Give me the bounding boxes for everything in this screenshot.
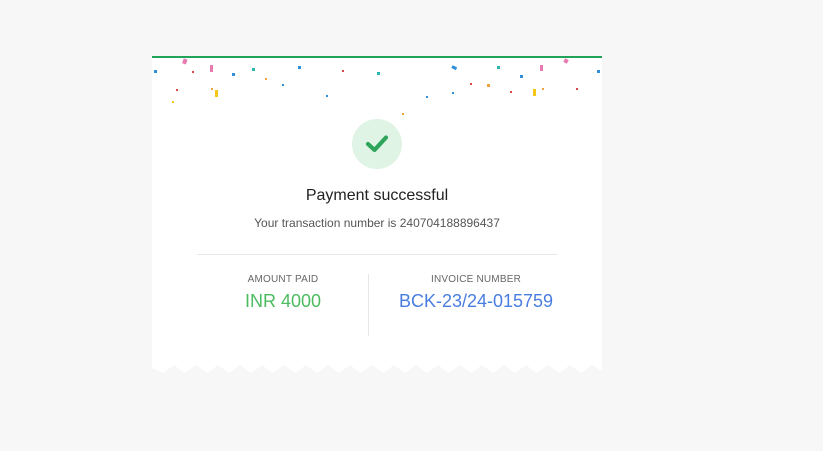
- invoice-number-label: INVOICE NUMBER: [430, 274, 522, 285]
- divider: [197, 254, 557, 255]
- page-title: Payment successful: [305, 187, 449, 204]
- invoice-number-value: BCK-23/24-015759: [398, 291, 554, 311]
- confetti-decoration: [154, 58, 600, 115]
- page: Payment successful Your transaction numb…: [0, 0, 823, 451]
- stat-separator: [368, 274, 369, 336]
- invoice-number-block: INVOICE NUMBER BCK-23/24-015759: [376, 274, 576, 312]
- amount-paid-value: INR 4000: [244, 291, 322, 311]
- zigzag-edge: [152, 365, 602, 375]
- success-badge: [352, 119, 402, 169]
- check-icon: [365, 135, 389, 153]
- payment-receipt-card: Payment successful Your transaction numb…: [152, 56, 602, 375]
- amount-paid-block: AMOUNT PAID INR 4000: [183, 274, 383, 312]
- amount-paid-label: AMOUNT PAID: [247, 274, 319, 285]
- transaction-number-text: Your transaction number is 2407041888964…: [254, 216, 500, 230]
